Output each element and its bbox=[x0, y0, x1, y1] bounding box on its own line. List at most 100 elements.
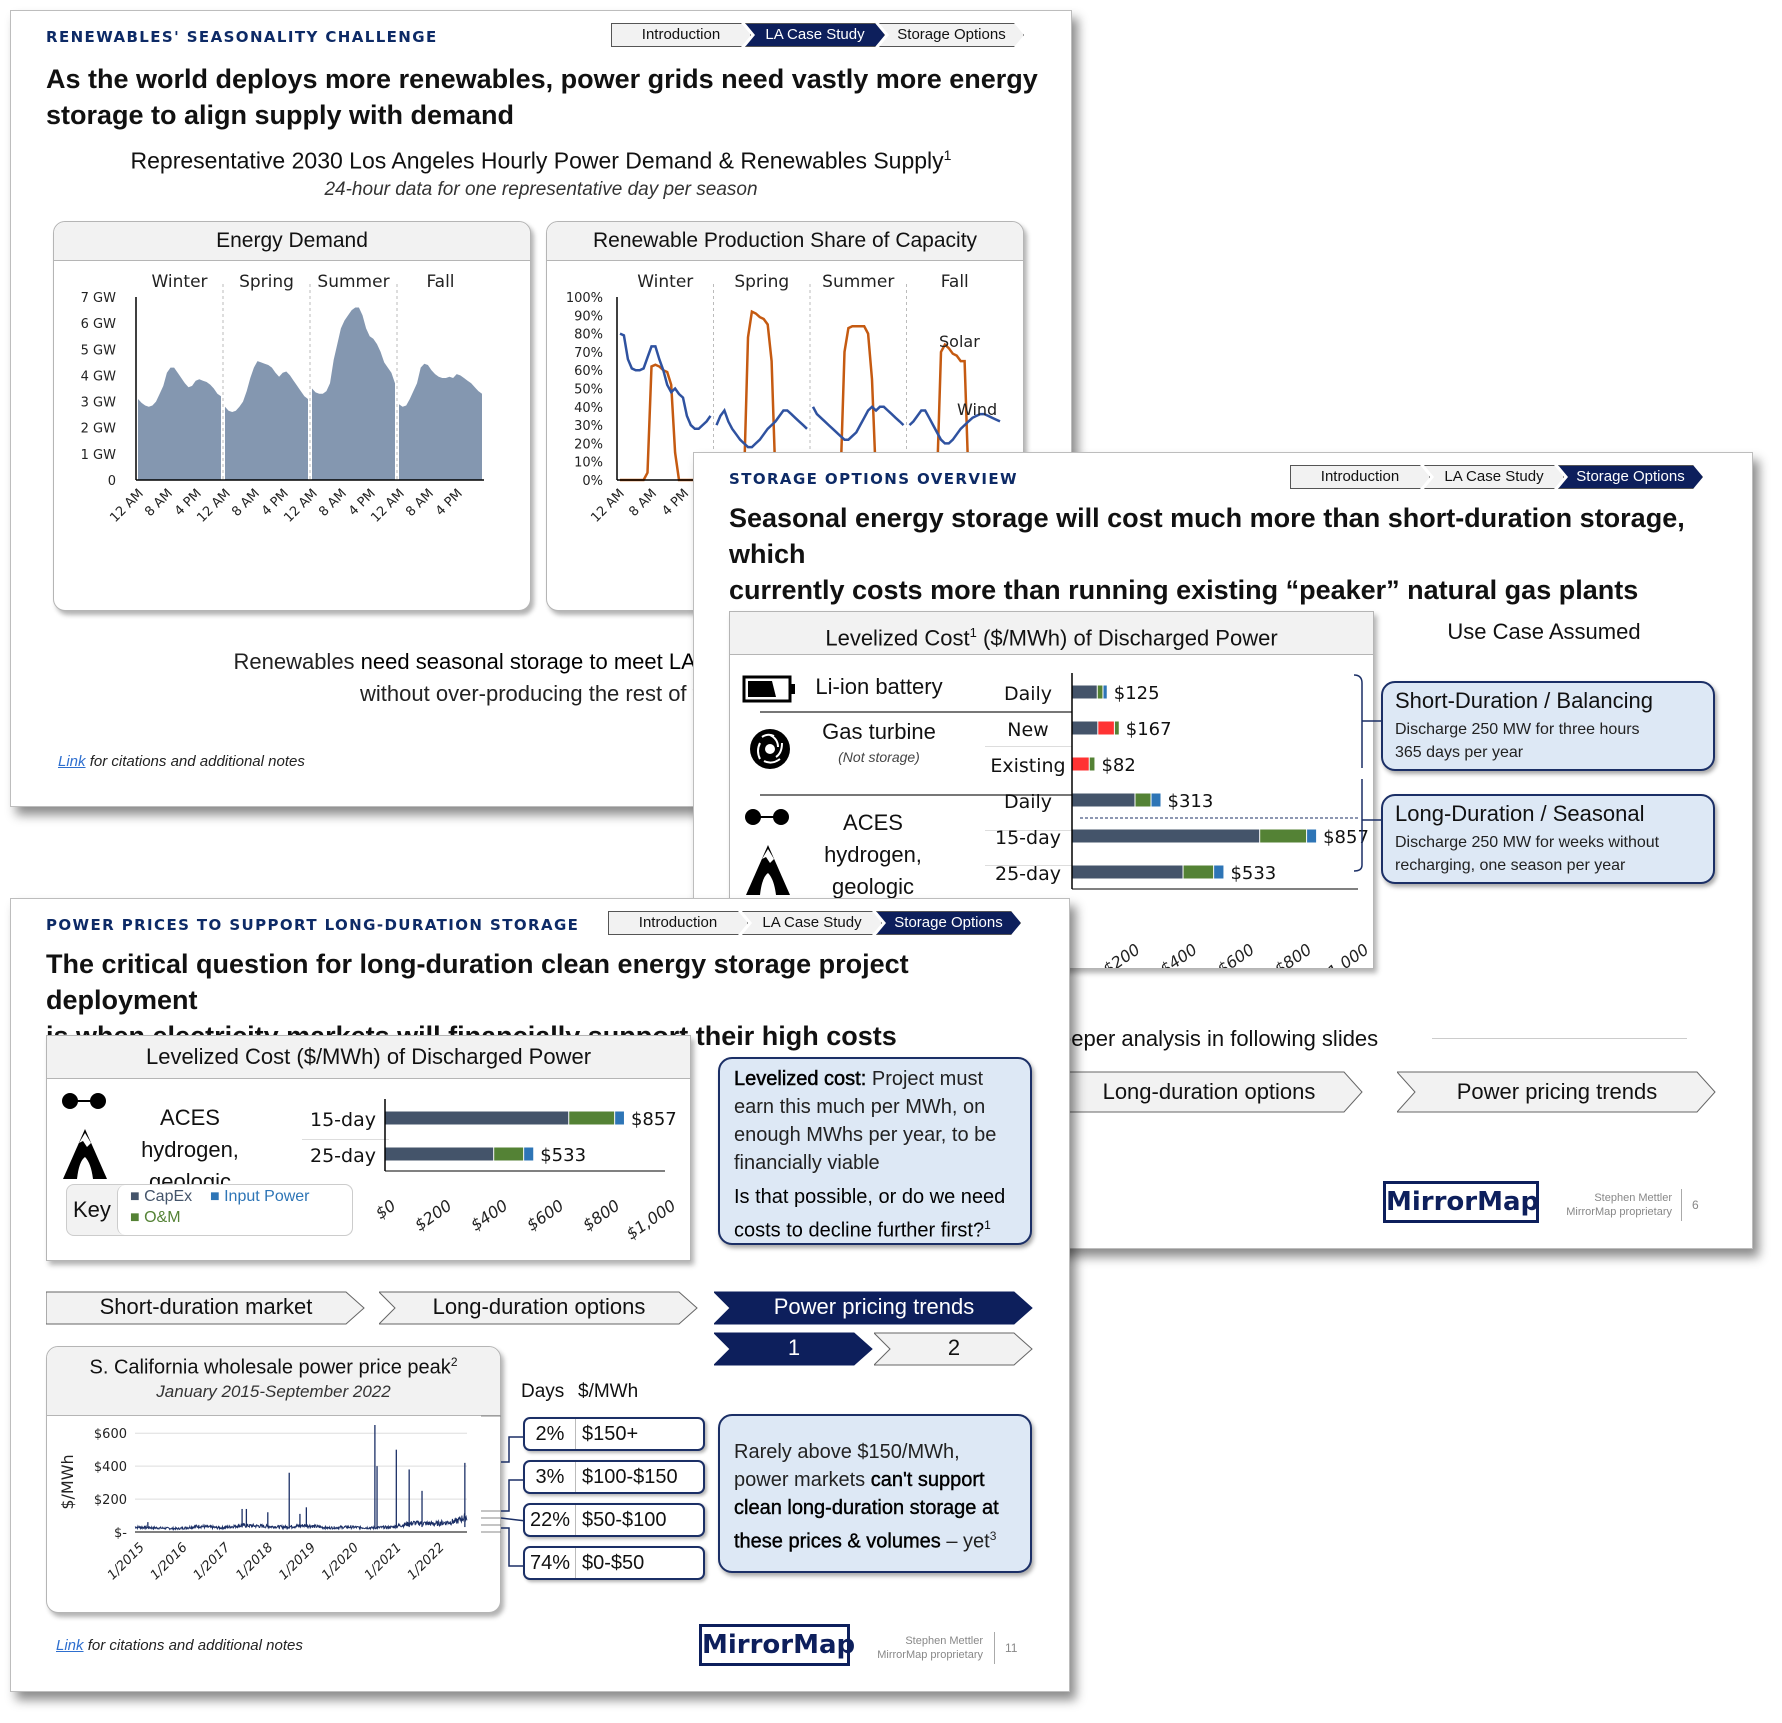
bar-total-label: $82 bbox=[1101, 755, 1135, 776]
sub-chevron-1[interactable]: 1 bbox=[714, 1332, 874, 1366]
bar-total-label: $533 bbox=[540, 1145, 586, 1166]
x-tick-label: $1,000 bbox=[1316, 940, 1373, 968]
y-tick-label: 5 GW bbox=[81, 343, 116, 358]
citations-link[interactable]: Link bbox=[56, 1637, 84, 1654]
mirrormap-logo: MirrorMap bbox=[699, 1624, 855, 1666]
days-header: Days bbox=[521, 1381, 565, 1402]
x-tick-label: 4 PM bbox=[433, 486, 466, 519]
y-tick-label: 50% bbox=[574, 383, 603, 398]
demand-area-summer bbox=[312, 307, 395, 480]
price-bucket: 2% $150+ bbox=[523, 1417, 705, 1451]
breadcrumb-la-case-study[interactable]: LA Case Study bbox=[742, 911, 882, 935]
key-capex: ■ CapEx bbox=[130, 1188, 193, 1205]
demand-area-fall bbox=[399, 363, 482, 480]
wind-line-spring bbox=[715, 407, 808, 449]
bar-total-label: $167 bbox=[1126, 719, 1172, 740]
chart-title: Representative 2030 Los Angeles Hourly P… bbox=[130, 147, 952, 174]
breadcrumb-introduction[interactable]: Introduction bbox=[611, 23, 751, 47]
use-case-header: Use Case Assumed bbox=[1447, 619, 1641, 644]
y-tick-label: 20% bbox=[574, 437, 603, 452]
sub-chevron-2[interactable]: 2 bbox=[874, 1332, 1034, 1366]
bar-segment-capex bbox=[1072, 721, 1098, 735]
row-label: 15-day bbox=[310, 1109, 376, 1131]
chart-subtitle: 24-hour data for one representative day … bbox=[324, 179, 758, 200]
row-label: Existing bbox=[990, 755, 1065, 777]
bar-segment-fuel bbox=[1098, 721, 1114, 735]
x-tick-label: 12 AM bbox=[368, 486, 407, 525]
breadcrumb-storage-options[interactable]: Storage Options bbox=[879, 23, 1024, 47]
deeper-analysis-rule bbox=[1432, 1038, 1687, 1039]
author-credit: Stephen Mettler MirrorMap proprietary bbox=[877, 1635, 983, 1661]
solar-annotation: Solar bbox=[939, 332, 980, 351]
breadcrumb: Introduction LA Case Study Storage Options bbox=[1290, 465, 1697, 489]
levelized-cost-box: Levelized Cost ($/MWh) of Discharged Pow… bbox=[46, 1035, 691, 1261]
key-om: ■ O&M bbox=[130, 1209, 181, 1226]
bar-segment-capex bbox=[385, 1111, 569, 1125]
bar-segment-o-m bbox=[494, 1147, 524, 1161]
breadcrumb-storage-options[interactable]: Storage Options bbox=[876, 911, 1021, 935]
citations-link[interactable]: Link bbox=[58, 753, 86, 770]
breadcrumb-introduction[interactable]: Introduction bbox=[608, 911, 748, 935]
page-number: 6 bbox=[1681, 1189, 1699, 1221]
author-credit: Stephen Mettler MirrorMap proprietary bbox=[1566, 1192, 1672, 1218]
slide-power-prices: POWER PRICES TO SUPPORT LONG-DURATION ST… bbox=[10, 898, 1070, 1692]
bar-segment-o-m bbox=[1183, 865, 1214, 879]
y-tick-label: 100% bbox=[566, 291, 603, 306]
chevron-short-duration-market[interactable]: Short-duration market bbox=[46, 1291, 366, 1325]
bar-segment-o-m bbox=[1097, 685, 1103, 699]
deeper-analysis-label: eeper analysis in following slides bbox=[1059, 1026, 1379, 1051]
x-tick-label: 12 AM bbox=[281, 486, 320, 525]
y-tick-label: 4 GW bbox=[81, 369, 116, 384]
x-tick-label: 12 AM bbox=[194, 486, 233, 525]
wind-line-winter bbox=[619, 332, 712, 431]
chevron-power-pricing-trends[interactable]: Power pricing trends bbox=[1397, 1071, 1717, 1113]
y-tick-label: 60% bbox=[574, 364, 603, 379]
x-tick-label: 1/2020 bbox=[319, 1540, 362, 1583]
x-tick-label: 1/2015 bbox=[105, 1540, 148, 1583]
price-conclusion-callout: Rarely above $150/MWh, power markets can… bbox=[718, 1414, 1032, 1573]
x-tick-label: $1,000 bbox=[623, 1196, 680, 1244]
demand-area-winter bbox=[138, 367, 221, 480]
levelized-cost-callout: Levelized cost: Project must earn this m… bbox=[718, 1057, 1032, 1245]
breadcrumb-introduction[interactable]: Introduction bbox=[1290, 465, 1430, 489]
bar-segment-capex bbox=[1072, 793, 1135, 807]
y-tick-label: 40% bbox=[574, 401, 603, 416]
breadcrumb-storage-options[interactable]: Storage Options bbox=[1558, 465, 1703, 489]
chevron-power-pricing-trends[interactable]: Power pricing trends bbox=[714, 1291, 1034, 1325]
breadcrumb-la-case-study[interactable]: LA Case Study bbox=[1424, 465, 1564, 489]
y-tick-label: $400 bbox=[94, 1460, 127, 1475]
breadcrumb: Introduction LA Case Study Storage Options bbox=[611, 23, 1018, 47]
y-tick-label: 6 GW bbox=[81, 317, 116, 332]
chevron-long-duration-options[interactable]: Long-duration options bbox=[379, 1291, 699, 1325]
y-tick-label: 0% bbox=[582, 474, 603, 489]
bar-total-label: $533 bbox=[1230, 863, 1276, 884]
chevron-long-duration-options[interactable]: Long-duration options bbox=[1054, 1071, 1364, 1113]
x-tick-label: 1/2017 bbox=[191, 1540, 234, 1583]
slide-kicker: RENEWABLES' SEASONALITY CHALLENGE bbox=[46, 28, 438, 46]
bucket-days-pct: 2% bbox=[525, 1419, 576, 1449]
season-label: Spring bbox=[734, 272, 789, 292]
x-tick-label: $600 bbox=[1214, 940, 1258, 968]
x-tick-label: 8 AM bbox=[403, 486, 437, 520]
citations-footer: Link for citations and additional notes bbox=[56, 1637, 303, 1654]
mwh-header: $/MWh bbox=[578, 1381, 639, 1402]
bucket-range: $100-$150 bbox=[582, 1466, 678, 1488]
x-tick-label: 1/2022 bbox=[405, 1540, 448, 1583]
y-tick-label: 30% bbox=[574, 419, 603, 434]
bar-segment-o-m bbox=[1260, 829, 1307, 843]
bar-segment-capex bbox=[1072, 865, 1183, 879]
price-line bbox=[134, 1511, 468, 1532]
x-tick-label: $400 bbox=[467, 1196, 511, 1235]
breadcrumb-la-case-study[interactable]: LA Case Study bbox=[745, 23, 885, 47]
bar-segment-input-power bbox=[1214, 865, 1224, 879]
bar-total-label: $313 bbox=[1168, 791, 1214, 812]
season-label: Fall bbox=[941, 272, 969, 292]
x-tick-label: $400 bbox=[1156, 940, 1200, 968]
socal-price-chart: $-$200$400$600$/MWh1/2015 1/2016 1/2017 1/2… bbox=[58, 1425, 468, 1583]
slide-kicker: STORAGE OPTIONS OVERVIEW bbox=[729, 470, 1018, 488]
x-tick-label: 1/2018 bbox=[233, 1540, 276, 1583]
use-case-long-duration: Long-Duration / Seasonal Discharge 250 M… bbox=[1381, 794, 1715, 884]
season-label: Winter bbox=[637, 272, 693, 292]
wind-line-summer bbox=[811, 405, 905, 441]
breadcrumb: Introduction LA Case Study Storage Options bbox=[608, 911, 1015, 935]
